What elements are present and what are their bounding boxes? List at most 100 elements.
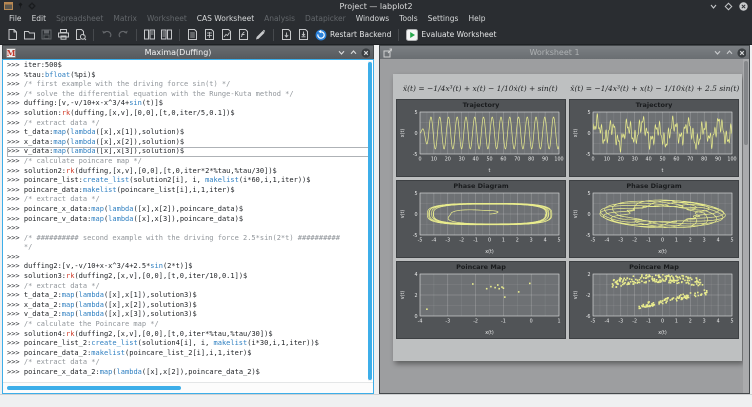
svg-text:5: 5: [587, 191, 590, 197]
shade-icon[interactable]: [709, 2, 718, 11]
worksheet-page[interactable]: ẍ(t) = −1/4x³(t) + x(t) − 1/10ẋ(t) + sin…: [393, 74, 742, 361]
svg-text:40: 40: [646, 157, 652, 163]
svg-text:4: 4: [717, 238, 720, 244]
menu-help[interactable]: Help: [463, 14, 490, 23]
keep-above-icon[interactable]: [724, 2, 733, 11]
column-title-equation-2: ẍ(t) = −1/4x³(t) + x(t) − 1/10ẋ(t) + 2.5…: [568, 84, 743, 99]
console-line: >>> duffing2:[v,-v/10+x-x^3/4+2.5*sin(2*…: [7, 262, 370, 272]
project-explorer-icon[interactable]: [142, 27, 157, 42]
menubar: FileEditSpreadsheetMatrixWorksheetCAS Wo…: [0, 12, 752, 25]
svg-text:2: 2: [587, 272, 590, 278]
svg-text:v(t): v(t): [400, 210, 406, 219]
worksheet-panel: Worksheet 1 ẍ(t) = −1/4x³(t) + x(t) − 1/…: [379, 45, 750, 394]
menu-cas-worksheet[interactable]: CAS Worksheet: [192, 14, 259, 23]
panel-detach-icon[interactable]: [383, 48, 392, 57]
plot-phase-diagram-1[interactable]: Phase Diagram-5-4-3-2-1012345-505x(t)v(t…: [396, 180, 566, 258]
new-cas-worksheet-icon[interactable]: [236, 27, 251, 42]
toolbar-separator: [136, 29, 137, 41]
svg-text:-1: -1: [646, 238, 651, 244]
svg-text:5: 5: [587, 110, 590, 116]
menu-settings[interactable]: Settings: [423, 14, 464, 23]
plot-title: Trajectory: [397, 100, 565, 110]
console-line: >>> poincare_list:create_list(solution2[…: [7, 176, 370, 186]
redo-icon: [116, 27, 131, 42]
configure-icon[interactable]: [28, 2, 36, 10]
close-icon[interactable]: [739, 2, 748, 11]
plot-canvas: 0102030405060708090100-505tx(t): [571, 110, 737, 174]
panel-menu-chevron-down-icon[interactable]: [337, 48, 346, 57]
svg-text:4: 4: [717, 319, 720, 325]
svg-text:10: 10: [604, 157, 610, 163]
panel-float-chevron-up-icon[interactable]: [349, 48, 358, 57]
menu-edit[interactable]: Edit: [27, 14, 52, 23]
maxima-console-text[interactable]: >>> iter:500$>>> %tau:bfloat(%pi)$>>> /*…: [3, 60, 373, 382]
evaluate-worksheet-button[interactable]: Evaluate Worksheet: [406, 29, 496, 41]
print-icon[interactable]: [56, 27, 71, 42]
pin-icon[interactable]: [17, 2, 24, 10]
svg-text:70: 70: [687, 157, 693, 163]
svg-text:x(t): x(t): [400, 129, 406, 138]
console-line: >>> v_data:map(lambda([x],x[3]),solution…: [7, 147, 370, 157]
plot-phase-diagram-2[interactable]: Phase Diagram-5-4-3-2-1012345-505x(t)v(t…: [569, 180, 739, 258]
plot-title: Phase Diagram: [397, 181, 565, 191]
new-document-icon[interactable]: [5, 27, 20, 42]
svg-text:5: 5: [730, 238, 733, 244]
restart-backend-button[interactable]: Restart Backend: [315, 29, 391, 41]
import-sql-icon[interactable]: [296, 27, 311, 42]
svg-text:-5: -5: [591, 238, 596, 244]
console-line: >>> iter:500$: [7, 61, 370, 71]
panel-menu-chevron-down-icon[interactable]: [713, 48, 722, 57]
svg-text:3: 3: [530, 238, 533, 244]
svg-text:4: 4: [544, 238, 547, 244]
svg-text:0: 0: [587, 212, 590, 218]
open-folder-icon[interactable]: [22, 27, 37, 42]
menu-file[interactable]: File: [4, 14, 27, 23]
new-datapicker-icon[interactable]: [253, 27, 268, 42]
console-line: >>> t_data_2:map(lambda([x],x[1]),soluti…: [7, 291, 370, 301]
svg-text:-2: -2: [473, 319, 478, 325]
import-file-icon[interactable]: [279, 27, 294, 42]
panel-close-icon[interactable]: [361, 48, 370, 57]
console-line: >>>: [7, 253, 370, 263]
menu-tools[interactable]: Tools: [394, 14, 422, 23]
plot-trajectory-1[interactable]: Trajectory0102030405060708090100-505tx(t…: [396, 99, 566, 177]
svg-text:70: 70: [514, 157, 520, 163]
console-vertical-scrollbar[interactable]: [368, 61, 372, 381]
console-line: >>> solution:rk(duffing,[x,v],[0,0],[t,0…: [7, 109, 370, 119]
worksheet-vertical-scrollbar[interactable]: [743, 59, 749, 393]
svg-text:-2: -2: [586, 293, 591, 299]
properties-explorer-icon[interactable]: [159, 27, 174, 42]
svg-text:-3: -3: [445, 319, 450, 325]
maxima-icon: M: [6, 48, 16, 58]
print-preview-icon[interactable]: [73, 27, 88, 42]
window-title: Project — labplot2: [0, 2, 752, 11]
menu-windows[interactable]: Windows: [351, 14, 394, 23]
console-line: */: [7, 243, 370, 253]
svg-text:2: 2: [516, 238, 519, 244]
svg-text:4: 4: [414, 272, 417, 278]
plot-poincare-map-1[interactable]: Poincare Map-4-3-2-101024x(t)v(t): [396, 261, 566, 339]
plot-poincare-map-2[interactable]: Poincare Map-5-4-3-2-1012345-6-22x(t)v(t…: [569, 261, 739, 339]
worksheet-view[interactable]: ẍ(t) = −1/4x³(t) + x(t) − 1/10ẋ(t) + sin…: [379, 59, 750, 394]
new-spreadsheet-icon[interactable]: [185, 27, 200, 42]
svg-text:x(t): x(t): [658, 330, 667, 336]
maxima-panel-header[interactable]: M Maxima(Duffing): [2, 45, 374, 59]
new-matrix-icon[interactable]: [202, 27, 217, 42]
svg-text:0: 0: [414, 212, 417, 218]
main-area: M Maxima(Duffing) >>> iter:500$>>> %tau:…: [0, 45, 752, 394]
svg-text:50: 50: [659, 157, 665, 163]
panel-float-chevron-up-icon[interactable]: [725, 48, 734, 57]
svg-text:-2: -2: [632, 319, 637, 325]
svg-text:100: 100: [554, 157, 563, 163]
plot-trajectory-2[interactable]: Trajectory0102030405060708090100-505tx(t…: [569, 99, 739, 177]
console-line: >>> poincare_x_data:map(lambda([x],x[2])…: [7, 205, 370, 215]
undo-icon: [99, 27, 114, 42]
maxima-panel-title: Maxima(Duffing): [23, 48, 333, 57]
svg-text:-6: -6: [586, 314, 591, 320]
console-line: >>> /* extract data */: [7, 195, 370, 205]
maxima-console[interactable]: >>> iter:500$>>> %tau:bfloat(%pi)$>>> /*…: [2, 59, 374, 394]
console-horizontal-scrollbar[interactable]: [3, 382, 373, 393]
new-worksheet-icon[interactable]: [219, 27, 234, 42]
worksheet-panel-header[interactable]: Worksheet 1: [379, 45, 750, 59]
panel-close-icon[interactable]: [737, 48, 746, 57]
